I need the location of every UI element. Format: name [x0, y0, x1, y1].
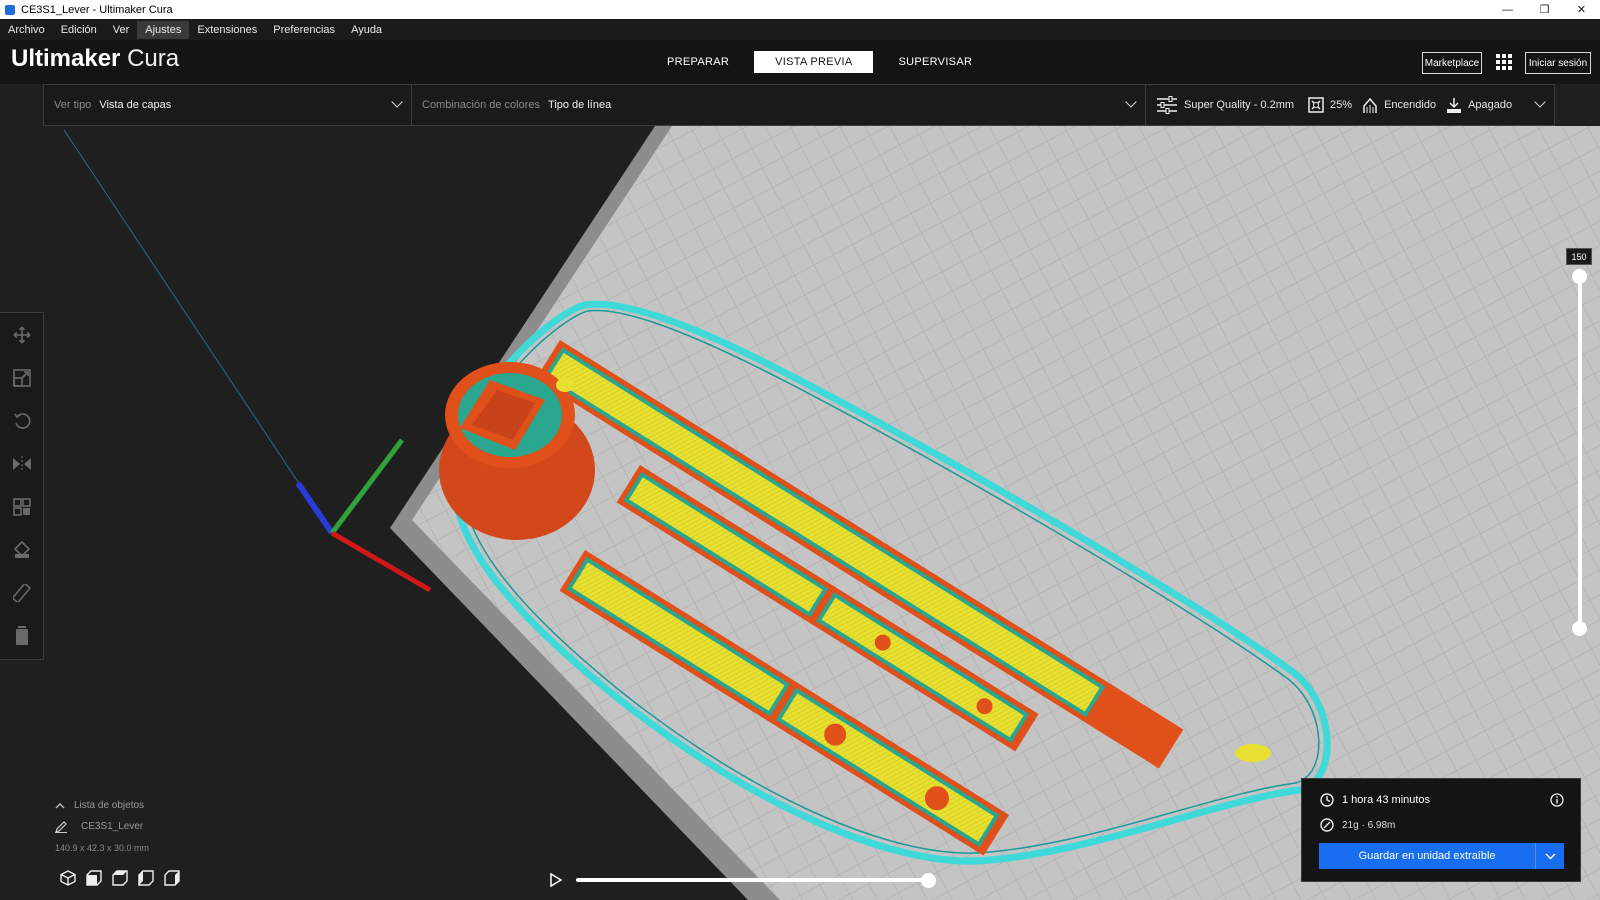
menu-ver[interactable]: Ver: [105, 21, 138, 39]
view-3d-button[interactable]: [55, 868, 81, 888]
adhesion-icon: [1447, 97, 1462, 113]
view-top-icon: [112, 870, 128, 886]
layer-number-badge[interactable]: 150: [1566, 248, 1592, 265]
menubar: Archivo Edición Ver Ajustes Extensiones …: [0, 19, 1600, 40]
simulation-progress-track[interactable]: [576, 878, 928, 882]
object-name: CE3S1_Lever: [81, 821, 144, 832]
delete-icon: [16, 625, 28, 645]
object-dimensions: 140.9 x 42.3 x 30.0 mm: [55, 842, 150, 853]
menu-edicion[interactable]: Edición: [53, 21, 105, 39]
menu-preferencias[interactable]: Preferencias: [265, 21, 343, 39]
mirror-tool-button[interactable]: [0, 442, 44, 485]
save-options-dropdown[interactable]: [1535, 843, 1564, 869]
stage-tabs: PREPARAR VISTA PREVIA SUPERVISAR: [646, 51, 997, 73]
measure-tool-button[interactable]: [0, 571, 44, 614]
tab-supervisar[interactable]: SUPERVISAR: [877, 51, 993, 73]
view-front-icon: [86, 870, 102, 886]
spool-icon: [1320, 818, 1334, 832]
per-model-settings-icon: [13, 497, 31, 516]
chevron-up-icon: [55, 802, 65, 808]
clock-icon: [1320, 793, 1334, 807]
chevron-down-icon: [1545, 852, 1556, 860]
tab-vista-previa[interactable]: VISTA PREVIA: [754, 51, 874, 73]
adhesion-value: Apagado: [1468, 99, 1513, 111]
object-list-header[interactable]: Lista de objetos: [55, 795, 149, 816]
view-type-value: Vista de capas: [99, 99, 172, 111]
logo-light: Cura: [127, 45, 180, 72]
print-info-panel: 1 hora 43 minutos 21g · 6.98m Guardar en…: [1301, 778, 1581, 882]
save-button-label: Guardar en unidad extraíble: [1358, 850, 1496, 862]
support-blocker-button[interactable]: [0, 528, 44, 571]
object-list: Lista de objetos CE3S1_Lever 140.9 x 42.…: [55, 795, 149, 858]
app-header: Ultimaker Cura PREPARAR VISTA PREVIA SUP…: [0, 40, 1600, 84]
view-front-button[interactable]: [81, 868, 107, 888]
chevron-down-icon: [1125, 96, 1137, 108]
print-time: 1 hora 43 minutos: [1342, 794, 1431, 806]
info-icon[interactable]: [1550, 793, 1564, 807]
play-icon[interactable]: [550, 873, 562, 887]
window-title: CE3S1_Lever - Ultimaker Cura: [21, 3, 173, 16]
menu-ayuda[interactable]: Ayuda: [343, 21, 390, 39]
layer-slider-lower-handle[interactable]: [1572, 621, 1587, 636]
support-value: Encendido: [1384, 99, 1437, 111]
minimize-button[interactable]: —: [1489, 0, 1526, 19]
move-tool-button[interactable]: [0, 313, 44, 356]
view-left-button[interactable]: [133, 868, 159, 888]
window-titlebar: CE3S1_Lever - Ultimaker Cura — ❐ ✕: [0, 0, 1600, 19]
view-toolbar: Ver tipo Vista de capas Combinación de c…: [43, 84, 1555, 126]
logo-bold: Ultimaker: [11, 45, 121, 72]
profile-value: Super Quality - 0.2mm: [1184, 99, 1295, 111]
marketplace-button[interactable]: Marketplace: [1422, 52, 1482, 74]
chevron-down-icon: [391, 96, 403, 108]
pencil-icon: [55, 820, 67, 833]
cura-app-icon: [5, 4, 15, 15]
simulation-progress-handle[interactable]: [921, 873, 936, 888]
object-list-item[interactable]: CE3S1_Lever: [55, 816, 149, 837]
measure-icon: [13, 583, 31, 602]
scale-tool-button[interactable]: [0, 356, 44, 399]
chevron-down-icon: [1534, 96, 1546, 108]
rotate-icon: [14, 412, 31, 429]
material-usage: 21g · 6.98m: [1342, 819, 1396, 831]
support-blocker-icon: [13, 540, 31, 558]
color-scheme-value: Tipo de línea: [548, 99, 612, 111]
layer-slider-track[interactable]: [1578, 276, 1582, 628]
move-icon: [13, 325, 31, 344]
layer-slider-upper-handle[interactable]: [1572, 269, 1587, 284]
delete-model-button[interactable]: [0, 614, 44, 657]
mirror-icon: [13, 455, 31, 472]
save-to-removable-drive-button[interactable]: Guardar en unidad extraíble: [1319, 843, 1564, 869]
restore-button[interactable]: ❐: [1526, 0, 1563, 19]
view-type-label: Ver tipo: [54, 99, 92, 111]
close-button[interactable]: ✕: [1563, 0, 1600, 19]
login-button[interactable]: Iniciar sesión: [1525, 52, 1591, 74]
infill-value: 25%: [1330, 99, 1353, 111]
view-right-button[interactable]: [159, 868, 185, 888]
ultimaker-cura-logo: Ultimaker Cura: [11, 45, 179, 73]
object-list-title: Lista de objetos: [74, 800, 145, 811]
support-icon: [1363, 97, 1377, 113]
print-settings-button[interactable]: Super Quality - 0.2mm 25% Encendido Apag…: [1146, 85, 1554, 125]
settings-sliders-icon: [1157, 96, 1177, 114]
view-right-icon: [164, 870, 180, 886]
menu-ajustes[interactable]: Ajustes: [137, 20, 190, 39]
scale-icon: [13, 368, 31, 387]
color-scheme-label: Combinación de colores: [422, 99, 541, 111]
menu-extensiones[interactable]: Extensiones: [189, 21, 265, 39]
infill-icon: [1308, 97, 1324, 113]
rotate-tool-button[interactable]: [0, 399, 44, 442]
view-left-icon: [138, 870, 154, 886]
menu-archivo[interactable]: Archivo: [0, 21, 53, 39]
per-model-settings-button[interactable]: [0, 485, 44, 528]
tab-preparar[interactable]: PREPARAR: [646, 51, 750, 73]
view-type-select[interactable]: Ver tipo Vista de capas: [44, 85, 412, 125]
camera-view-buttons: [55, 868, 185, 888]
view-top-button[interactable]: [107, 868, 133, 888]
view-3d-icon: [60, 870, 76, 886]
left-toolbar: [0, 312, 44, 660]
color-scheme-select[interactable]: Combinación de colores Tipo de línea: [412, 85, 1146, 125]
apps-grid-icon[interactable]: [1496, 54, 1512, 70]
